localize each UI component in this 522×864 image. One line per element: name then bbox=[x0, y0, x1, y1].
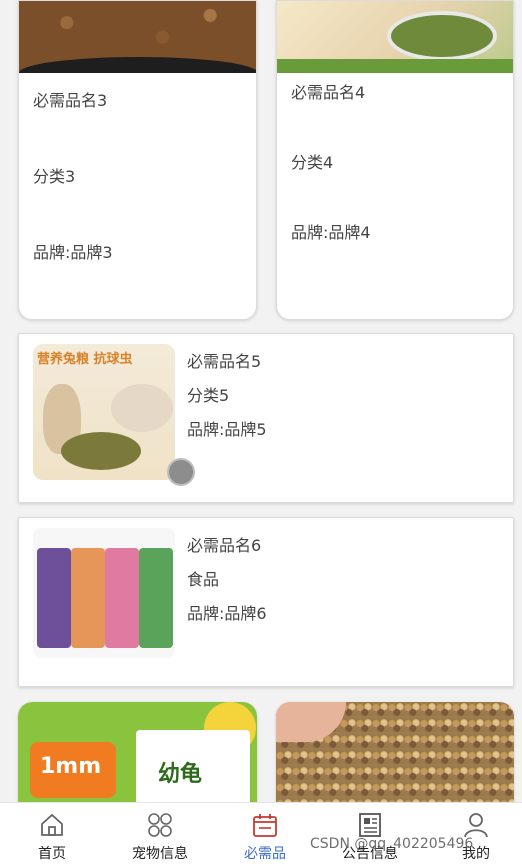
product-card-4[interactable]: 必需品名4 分类4 品牌:品牌4 bbox=[276, 0, 514, 320]
drag-handle-icon[interactable] bbox=[167, 458, 195, 486]
product-name: 必需品名4 bbox=[291, 83, 366, 102]
product-image: 营养兔粮 抗球虫 bbox=[33, 344, 175, 480]
product-card-3[interactable]: 必需品名3 分类3 品牌:品牌3 bbox=[18, 0, 257, 320]
tab-label: 必需品 bbox=[244, 846, 286, 862]
product-category: 分类3 bbox=[33, 167, 76, 186]
calendar-icon bbox=[253, 814, 277, 837]
tab-label: 宠物信息 bbox=[132, 846, 188, 862]
tab-pet-info[interactable]: 宠物信息 bbox=[108, 803, 212, 864]
product-image bbox=[33, 528, 175, 658]
product-card-6[interactable]: 必需品名6 食品 品牌:品牌6 bbox=[18, 517, 514, 687]
news-icon bbox=[359, 813, 381, 837]
product-name: 必需品名5 bbox=[187, 352, 262, 371]
tab-profile[interactable]: 我的 bbox=[424, 803, 522, 864]
product-name: 必需品名3 bbox=[33, 91, 108, 110]
product-brand: 品牌:品牌6 bbox=[187, 604, 267, 623]
product-name: 必需品名6 bbox=[187, 536, 262, 555]
product-brand: 品牌:品牌4 bbox=[291, 223, 371, 242]
product-card-8[interactable] bbox=[276, 702, 514, 812]
product-image bbox=[19, 1, 256, 73]
product-image: 1mm 幼龟 bbox=[18, 702, 257, 812]
product-image-badge: 1mm bbox=[40, 754, 102, 779]
product-card-7[interactable]: 1mm 幼龟 bbox=[18, 702, 257, 812]
product-category: 分类5 bbox=[187, 386, 230, 405]
bottom-tab-bar: 首页 宠物信息 必需品 公告信息 我的 bbox=[0, 802, 522, 864]
product-image bbox=[276, 702, 514, 812]
product-brand: 品牌:品牌3 bbox=[33, 243, 113, 262]
home-icon bbox=[41, 813, 63, 836]
product-category: 食品 bbox=[187, 570, 220, 589]
tab-essentials[interactable]: 必需品 bbox=[213, 803, 317, 864]
tab-home[interactable]: 首页 bbox=[0, 803, 104, 864]
tab-label: 首页 bbox=[38, 846, 66, 862]
tab-announcements[interactable]: 公告信息 bbox=[318, 803, 422, 864]
product-image-title: 营养兔粮 抗球虫 bbox=[37, 352, 133, 367]
product-brand: 品牌:品牌5 bbox=[187, 420, 267, 439]
product-image-box-text: 幼龟 bbox=[158, 762, 203, 787]
watermark-text: CSDN @qq_40220549­6 bbox=[310, 836, 474, 852]
product-image bbox=[277, 1, 513, 73]
user-icon bbox=[464, 813, 488, 838]
product-card-5[interactable]: 营养兔粮 抗球虫 必需品名5 分类5 品牌:品牌5 bbox=[18, 333, 514, 503]
grid-icon bbox=[148, 813, 172, 837]
product-category: 分类4 bbox=[291, 153, 334, 172]
